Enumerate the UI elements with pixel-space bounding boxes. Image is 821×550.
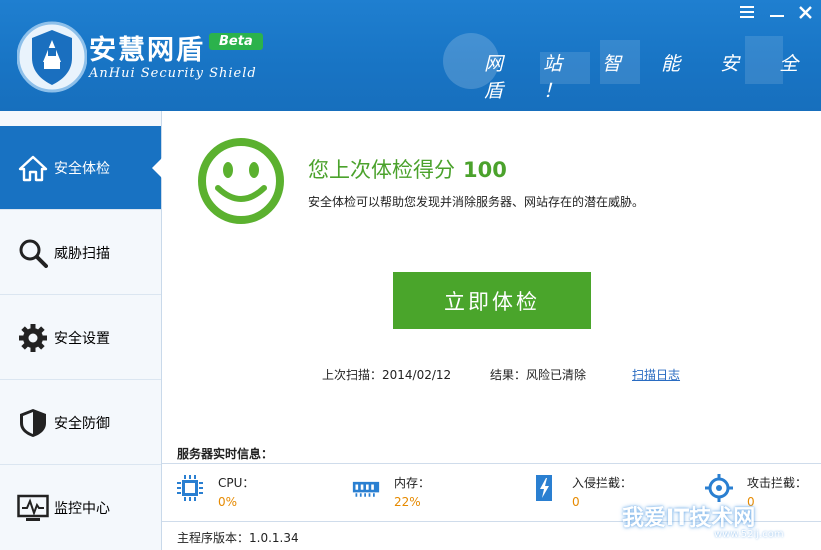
scan-result: 结果：风险已清除 xyxy=(490,368,587,382)
sidebar-item-threat-scan[interactable]: 威胁扫描 xyxy=(0,211,161,295)
scan-log-link[interactable]: 扫描日志 xyxy=(632,366,680,383)
magnifier-icon xyxy=(17,237,49,269)
sidebar-item-label: 安全设置 xyxy=(54,330,110,347)
sidebar-item-label: 安全体检 xyxy=(54,160,110,177)
score-heading: 您上次体检得分 100 xyxy=(308,154,507,184)
lightning-icon xyxy=(536,475,552,501)
score-label: 您上次体检得分 xyxy=(308,158,455,182)
sidebar-item-security-defense[interactable]: 安全防御 xyxy=(0,381,161,465)
close-icon[interactable] xyxy=(799,6,812,23)
cpu-icon xyxy=(177,475,203,501)
version-text: 主程序版本：1.0.1.34 xyxy=(177,531,299,545)
scan-now-button[interactable]: 立即体检 xyxy=(393,272,591,329)
sidebar-item-label: 安全防御 xyxy=(54,415,110,432)
sidebar-item-monitor-center[interactable]: 监控中心 xyxy=(0,466,161,550)
last-scan-date: 上次扫描：2014/02/12 xyxy=(322,368,452,382)
monitor-icon xyxy=(17,492,49,524)
server-info-title: 服务器实时信息： xyxy=(177,447,274,461)
smiley-icon xyxy=(198,138,284,224)
memory-icon xyxy=(352,481,380,497)
sidebar-item-health-check[interactable]: 安全体检 xyxy=(0,126,162,210)
minimize-icon[interactable] xyxy=(770,6,784,22)
watermark-url: www.52ij.com xyxy=(714,529,784,540)
title-bar: 安慧网盾 Beta AnHui Security Shield 网 站 智 能 … xyxy=(0,0,821,111)
gear-icon xyxy=(17,322,49,354)
stat-value: 0% xyxy=(218,495,238,509)
app-subtitle: AnHui Security Shield xyxy=(89,66,257,81)
app-title: 安慧网盾 xyxy=(89,35,205,66)
target-icon xyxy=(705,474,733,502)
slogan: 网 站 智 能 安 全 盾 ！ xyxy=(484,53,816,102)
stat-intrusion-blocked: 入侵拦截： 0 xyxy=(530,474,632,509)
app-logo xyxy=(17,21,87,93)
stat-cpu: CPU： 0% xyxy=(176,474,254,509)
stat-value: 22% xyxy=(394,495,421,509)
stat-label: 入侵拦截： xyxy=(572,476,633,490)
stat-value: 0 xyxy=(747,495,755,509)
sidebar-item-security-settings[interactable]: 安全设置 xyxy=(0,296,161,380)
score-description: 安全体检可以帮助您发现并消除服务器、网站存在的潜在威胁。 xyxy=(308,195,645,209)
home-icon xyxy=(17,152,49,184)
watermark-text: 我爱IT技术网 xyxy=(622,506,756,531)
stat-memory: 内存： 22% xyxy=(352,474,430,509)
stat-label: CPU： xyxy=(218,476,255,490)
sidebar: 安全体检 威胁扫描 安全设置 安全防御 监控中心 xyxy=(0,111,162,550)
shield-icon xyxy=(17,407,49,439)
beta-badge: Beta xyxy=(209,33,263,50)
menu-icon[interactable] xyxy=(740,6,754,22)
stat-label: 攻击拦截： xyxy=(747,476,808,490)
stat-label: 内存： xyxy=(394,476,431,490)
score-value: 100 xyxy=(463,158,507,182)
sidebar-item-label: 威胁扫描 xyxy=(54,245,110,262)
active-pointer xyxy=(152,158,162,178)
sidebar-item-label: 监控中心 xyxy=(54,501,110,517)
